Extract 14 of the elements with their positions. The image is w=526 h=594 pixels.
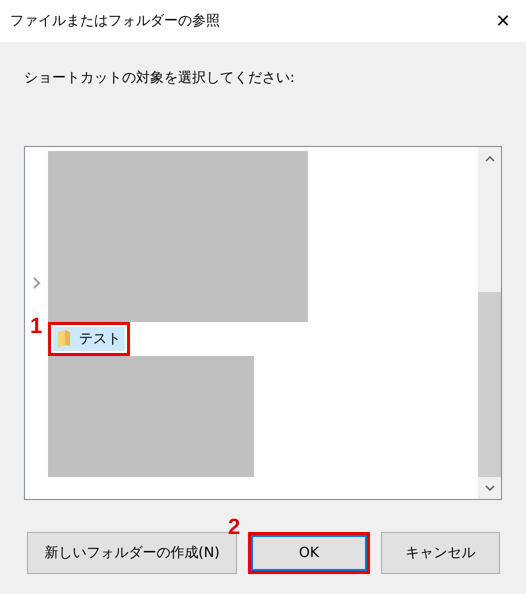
scroll-down-icon[interactable] [484,485,494,491]
scrollbar[interactable] [478,147,501,499]
callout-number: 1 [30,313,42,339]
dialog-button[interactable]: キャンセル [381,532,500,574]
close-button[interactable]: ✕ [480,0,526,42]
folder-item[interactable]: テスト [53,327,125,351]
folder-icon [57,330,71,348]
scroll-up-icon[interactable] [484,156,494,162]
scrollbar-thumb[interactable] [478,292,501,477]
window-title: ファイルまたはフォルダーの参照 [10,12,220,30]
folder-label: テスト [79,330,121,348]
dialog-button[interactable]: OK [251,535,367,571]
expand-chevron-icon[interactable] [33,277,41,289]
instruction-text: ショートカットの対象を選択してください: [24,69,296,87]
